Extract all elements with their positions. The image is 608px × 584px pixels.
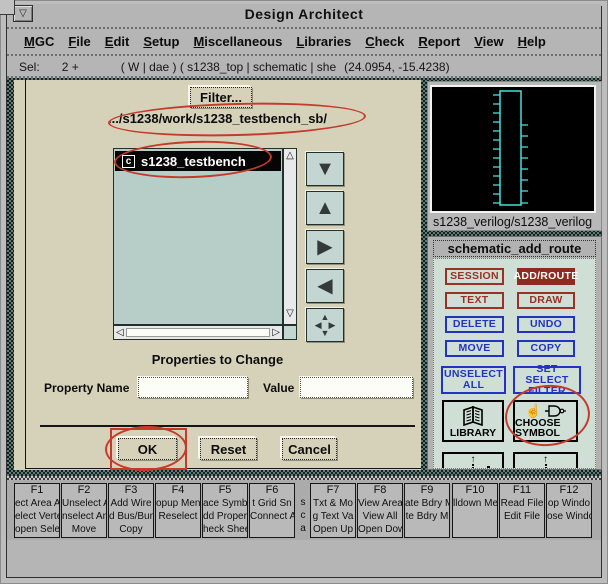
palette-text-button[interactable]: TEXT — [445, 292, 504, 309]
component-listbox[interactable]: c s1238_testbench — [113, 148, 283, 325]
symbol-preview-panel: s1238_verilog/s1238_verilog — [427, 81, 602, 231]
listbox-horizontal-scrollbar[interactable]: ◁ ▷ — [113, 325, 283, 340]
menubar: MGC File Edit Setup Miscellaneous Librar… — [7, 27, 601, 56]
fkey-f1: F1ect Area Aelect Verteopen Sele — [14, 483, 60, 538]
horizontal-scroll-track[interactable] — [126, 328, 271, 337]
window-title: Design Architect — [7, 6, 601, 22]
chip-symbol-drawing — [432, 87, 594, 211]
fkey-f4: F4opup MenReselect — [155, 483, 201, 538]
navigate-right-button[interactable]: ▶ — [306, 230, 344, 264]
palette-add-route-button[interactable]: ADD/ROUTE — [517, 268, 575, 285]
palette-partial-button-1[interactable]: ↑ — [442, 452, 504, 469]
palette-set-select-filter-button[interactable]: SET SELECT FILTER — [513, 366, 581, 394]
choose-symbol-dialog: Filter... .../s1238/work/s1238_testbench… — [14, 80, 421, 470]
palette-move-button[interactable]: MOVE — [445, 340, 504, 357]
ok-button[interactable]: OK — [118, 438, 177, 460]
palette-choose-symbol-button[interactable]: ☝ CHOOSE SYMBOL — [513, 400, 578, 442]
scroll-left-icon[interactable]: ◁ — [116, 327, 124, 338]
status-coordinates: (24.0954, -15.4238) — [344, 60, 449, 74]
list-item[interactable]: c s1238_testbench — [115, 151, 281, 171]
palette-session-button[interactable]: SESSION — [445, 268, 504, 285]
button-separator — [40, 425, 415, 427]
arrow-down-icon: ▼ — [315, 159, 335, 179]
palette-delete-button[interactable]: DELETE — [445, 316, 504, 333]
preview-symbol-name: s1238_verilog/s1238_verilog — [433, 215, 599, 229]
menu-view[interactable]: View — [474, 34, 503, 49]
menu-mgc[interactable]: MGC — [24, 34, 54, 49]
menu-report[interactable]: Report — [418, 34, 460, 49]
four-way-arrows-icon: ▲ ◀▶ ▼ — [315, 313, 336, 337]
fkey-f3: F3Add Wired Bus/BunCopy — [108, 483, 154, 538]
cancel-button[interactable]: Cancel — [282, 438, 337, 460]
list-item-label: s1238_testbench — [141, 154, 246, 169]
status-bar: Sel: 2 + ( W | dae ) ( s1238_top | schem… — [7, 58, 601, 78]
palette-undo-button[interactable]: UNDO — [517, 316, 575, 333]
dotted-up-arrow-icon: ↑ — [543, 456, 548, 469]
status-sel-label: Sel: — [19, 60, 40, 74]
dotted-up-arrow-icon: ↑ — [471, 456, 476, 469]
menu-help[interactable]: Help — [518, 34, 546, 49]
dot-mark — [487, 466, 490, 469]
properties-heading: Properties to Change — [14, 352, 421, 367]
palette-choose-symbol-label: CHOOSE SYMBOL — [515, 418, 576, 438]
fkey-f2: F2Unselect Anselect AndMove — [61, 483, 107, 538]
value-label: Value — [263, 381, 294, 395]
menu-setup[interactable]: Setup — [143, 34, 179, 49]
library-path-text: .../s1238/work/s1238_testbench_sb/ — [14, 111, 421, 126]
status-context: ( W | dae ) ( s1238_top | schematic | sh… — [121, 60, 336, 74]
scroll-down-icon[interactable]: ▽ — [284, 307, 296, 320]
listbox-vertical-scrollbar[interactable]: △ ▽ — [283, 148, 297, 325]
scrollbar-corner — [283, 325, 297, 340]
symbol-preview-canvas — [430, 85, 596, 213]
pointing-hand-icon: ☝ — [525, 406, 541, 416]
fkey-f6: F6t Grid SnConnect A — [249, 483, 295, 538]
palette-partial-button-2[interactable]: ↑ — [513, 452, 578, 469]
titlebar[interactable]: ▽ Design Architect — [7, 4, 601, 25]
menu-edit[interactable]: Edit — [105, 34, 130, 49]
property-name-label: Property Name — [44, 381, 129, 395]
fkey-f9: F9ate Bdry Mte Bdry M — [404, 483, 450, 538]
scroll-right-icon[interactable]: ▷ — [272, 327, 280, 338]
fkey-f8: F8View AreaView AllOpen Dow — [357, 483, 403, 538]
palette-body: SESSION ADD/ROUTE TEXT DRAW DELETE UNDO … — [433, 258, 596, 469]
fkey-f11: F11Read FileEdit File — [499, 483, 545, 538]
fkey-f7: F7Txt & Mog Text VaOpen Up — [310, 483, 356, 538]
palette-unselect-all-button[interactable]: UNSELECT ALL — [441, 366, 506, 394]
reset-button[interactable]: Reset — [200, 438, 257, 460]
menu-file[interactable]: File — [68, 34, 90, 49]
design-architect-window: ▽ Design Architect MGC File Edit Setup M… — [0, 0, 608, 584]
fkey-f12: F12op Windoose Windo — [546, 483, 592, 538]
palette-draw-button[interactable]: DRAW — [517, 292, 575, 309]
fkey-clipped-strip: sca — [296, 483, 310, 538]
property-name-input[interactable] — [138, 377, 248, 398]
navigate-down-button[interactable]: ▼ — [306, 152, 344, 186]
palette-panel: schematic_add_route SESSION ADD/ROUTE TE… — [427, 236, 602, 470]
navigate-all-button[interactable]: ▲ ◀▶ ▼ — [306, 308, 344, 342]
navigate-up-button[interactable]: ▲ — [306, 191, 344, 225]
palette-library-label: LIBRARY — [450, 428, 496, 438]
arrow-left-icon: ◀ — [317, 276, 332, 296]
fkey-f10: F10lldown Me — [452, 483, 498, 538]
function-key-strip: F1ect Area Aelect Verteopen Sele F2Unsel… — [7, 476, 601, 540]
value-input[interactable] — [300, 377, 413, 398]
arrow-up-icon: ▲ — [315, 198, 335, 218]
arrow-right-icon: ▶ — [317, 237, 332, 257]
fkey-f5: F5ace Symbdd Properheck Shee — [202, 483, 248, 538]
status-sel-count: 2 + — [62, 60, 79, 74]
menu-miscellaneous[interactable]: Miscellaneous — [193, 34, 282, 49]
window-resize-corner[interactable] — [0, 0, 15, 15]
menu-libraries[interactable]: Libraries — [296, 34, 351, 49]
navigate-left-button[interactable]: ◀ — [306, 269, 344, 303]
library-book-icon — [444, 404, 502, 428]
palette-library-button[interactable]: LIBRARY — [442, 400, 504, 442]
filter-button[interactable]: Filter... — [190, 87, 252, 108]
component-icon: c — [122, 155, 135, 168]
choose-symbol-icon: ☝ — [515, 404, 576, 418]
palette-copy-button[interactable]: COPY — [517, 340, 575, 357]
menu-check[interactable]: Check — [365, 34, 404, 49]
palette-title: schematic_add_route — [433, 240, 596, 257]
scroll-up-icon[interactable]: △ — [284, 149, 296, 162]
logic-gate-icon — [544, 404, 566, 418]
